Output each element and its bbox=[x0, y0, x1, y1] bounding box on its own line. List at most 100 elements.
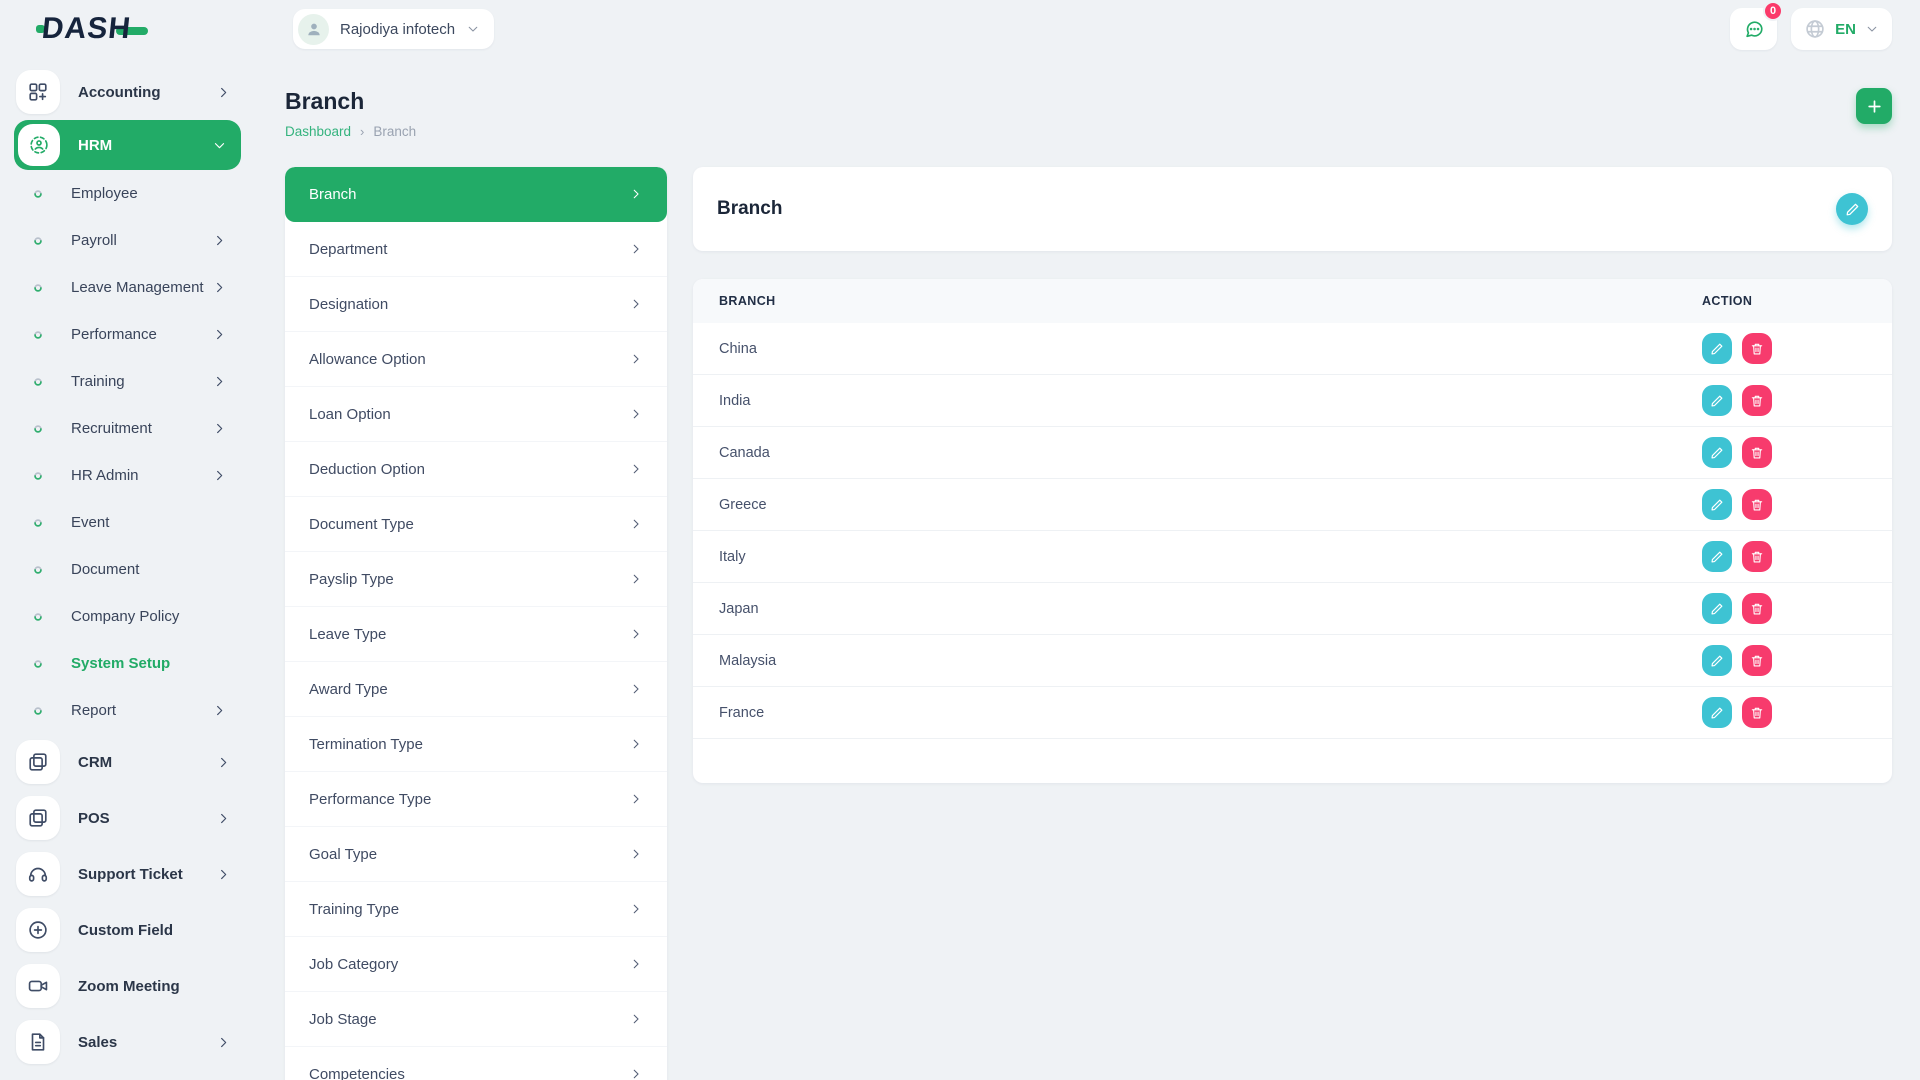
sidebar-item[interactable]: Leave Management bbox=[0, 264, 255, 311]
sidebar-item-label: Payroll bbox=[71, 232, 117, 249]
setup-menu-item-label: Performance Type bbox=[309, 791, 431, 808]
setup-menu-item-label: Document Type bbox=[309, 516, 414, 533]
logo-text: DASH bbox=[40, 12, 133, 46]
company-dropdown[interactable]: Rajodiya infotech bbox=[293, 9, 494, 49]
edit-button[interactable] bbox=[1702, 593, 1732, 624]
edit-button[interactable] bbox=[1702, 437, 1732, 468]
setup-menu-item-label: Payslip Type bbox=[309, 571, 394, 588]
table-row: France bbox=[693, 687, 1892, 739]
sidebar-item[interactable]: Training bbox=[0, 358, 255, 405]
sidebar-item[interactable]: Employee bbox=[0, 170, 255, 217]
delete-button[interactable] bbox=[1742, 437, 1772, 468]
setup-menu-item-label: Termination Type bbox=[309, 736, 423, 753]
setup-menu-item[interactable]: Deduction Option bbox=[285, 442, 667, 497]
edit-button[interactable] bbox=[1702, 541, 1732, 572]
accounting-icon bbox=[16, 70, 60, 114]
sidebar-item[interactable]: Document bbox=[0, 546, 255, 593]
sidebar-item-label: Employee bbox=[71, 185, 138, 202]
setup-menu-item[interactable]: Designation bbox=[285, 277, 667, 332]
setup-menu-item[interactable]: Leave Type bbox=[285, 607, 667, 662]
dot-icon bbox=[31, 375, 45, 389]
delete-button[interactable] bbox=[1742, 333, 1772, 364]
page-head: Branch Dashboard › Branch bbox=[285, 88, 1892, 139]
delete-button[interactable] bbox=[1742, 489, 1772, 520]
chevron-right-icon bbox=[216, 1035, 231, 1050]
chevron-right-icon bbox=[212, 280, 227, 295]
language-selector[interactable]: EN bbox=[1791, 8, 1892, 50]
table-row: Italy bbox=[693, 531, 1892, 583]
sidebar-item[interactable]: Performance bbox=[0, 311, 255, 358]
avatar bbox=[298, 14, 329, 45]
messages-button[interactable]: 0 bbox=[1730, 8, 1777, 50]
page-head-left: Branch Dashboard › Branch bbox=[285, 88, 416, 139]
sidebar-item-label: Performance bbox=[71, 326, 157, 343]
setup-menu-item[interactable]: Allowance Option bbox=[285, 332, 667, 387]
sidebar-item[interactable]: Event bbox=[0, 499, 255, 546]
chevron-right-icon bbox=[212, 421, 227, 436]
setup-menu-item[interactable]: Competencies bbox=[285, 1047, 667, 1080]
setup-menu-item[interactable]: Document Type bbox=[285, 497, 667, 552]
support-icon bbox=[16, 852, 60, 896]
sidebar-item[interactable]: System Setup bbox=[0, 640, 255, 687]
chevron-right-icon bbox=[629, 902, 643, 916]
sidebar-item[interactable]: Support Ticket bbox=[0, 846, 255, 902]
setup-menu-item[interactable]: Loan Option bbox=[285, 387, 667, 442]
sidebar-item[interactable]: POS bbox=[0, 790, 255, 846]
table-header-row: BRANCH ACTION bbox=[693, 279, 1892, 323]
sidebar-item[interactable]: Accounting bbox=[0, 64, 255, 120]
setup-menu-item[interactable]: Payslip Type bbox=[285, 552, 667, 607]
setup-menu-item[interactable]: Job Category bbox=[285, 937, 667, 992]
table-body: China India bbox=[693, 323, 1892, 739]
sidebar-item-label: Accounting bbox=[78, 84, 161, 101]
sidebar-item[interactable]: HRM bbox=[14, 120, 241, 170]
sidebar-item[interactable]: Company Policy bbox=[0, 593, 255, 640]
branch-name-cell: Canada bbox=[693, 445, 1702, 461]
branch-name-cell: India bbox=[693, 393, 1702, 409]
dot-icon bbox=[31, 657, 45, 671]
chevron-right-icon bbox=[212, 327, 227, 342]
setup-menu-item[interactable]: Goal Type bbox=[285, 827, 667, 882]
app-logo[interactable]: DASH bbox=[42, 12, 148, 46]
setup-menu-item[interactable]: Award Type bbox=[285, 662, 667, 717]
setup-menu-item-label: Job Category bbox=[309, 956, 398, 973]
setup-menu-item[interactable]: Department bbox=[285, 222, 667, 277]
breadcrumb-dashboard-link[interactable]: Dashboard bbox=[285, 124, 351, 139]
setup-menu-item[interactable]: Termination Type bbox=[285, 717, 667, 772]
edit-button[interactable] bbox=[1702, 333, 1732, 364]
sidebar-item[interactable]: CRM bbox=[0, 734, 255, 790]
delete-button[interactable] bbox=[1742, 385, 1772, 416]
delete-button[interactable] bbox=[1742, 697, 1772, 728]
setup-menu-item[interactable]: Performance Type bbox=[285, 772, 667, 827]
chevron-right-icon bbox=[216, 85, 231, 100]
sidebar-item[interactable]: Payroll bbox=[0, 217, 255, 264]
panel-edit-button[interactable] bbox=[1836, 193, 1868, 225]
sidebar-item[interactable]: Sales bbox=[0, 1014, 255, 1070]
sidebar-item[interactable]: HR Admin bbox=[0, 452, 255, 499]
sidebar-item[interactable]: Custom Field bbox=[0, 902, 255, 958]
edit-button[interactable] bbox=[1702, 697, 1732, 728]
sidebar-item[interactable]: Recruitment bbox=[0, 405, 255, 452]
sidebar-item[interactable]: Zoom Meeting bbox=[0, 958, 255, 1014]
setup-menu-item[interactable]: Branch bbox=[285, 167, 667, 222]
setup-menu-item[interactable]: Training Type bbox=[285, 882, 667, 937]
setup-menu-item-label: Goal Type bbox=[309, 846, 377, 863]
add-branch-button[interactable] bbox=[1856, 88, 1892, 124]
sidebar-item-label: Event bbox=[71, 514, 109, 531]
setup-menu-item[interactable]: Job Stage bbox=[285, 992, 667, 1047]
edit-button[interactable] bbox=[1702, 489, 1732, 520]
chevron-right-icon bbox=[212, 703, 227, 718]
edit-button[interactable] bbox=[1702, 385, 1732, 416]
topbar: DASH Rajodiya infotech 0 EN bbox=[0, 0, 1920, 58]
sidebar-item-label: Zoom Meeting bbox=[78, 978, 180, 995]
sidebar-item[interactable]: Report bbox=[0, 687, 255, 734]
sidebar-item-label: System Setup bbox=[71, 655, 170, 672]
column-header-branch: BRANCH bbox=[693, 294, 1702, 308]
delete-button[interactable] bbox=[1742, 645, 1772, 676]
chevron-icon bbox=[216, 979, 231, 994]
sidebar-item-label: Report bbox=[71, 702, 116, 719]
delete-button[interactable] bbox=[1742, 541, 1772, 572]
delete-button[interactable] bbox=[1742, 593, 1772, 624]
chevron-right-icon bbox=[629, 737, 643, 751]
chevron-right-icon bbox=[629, 957, 643, 971]
edit-button[interactable] bbox=[1702, 645, 1732, 676]
